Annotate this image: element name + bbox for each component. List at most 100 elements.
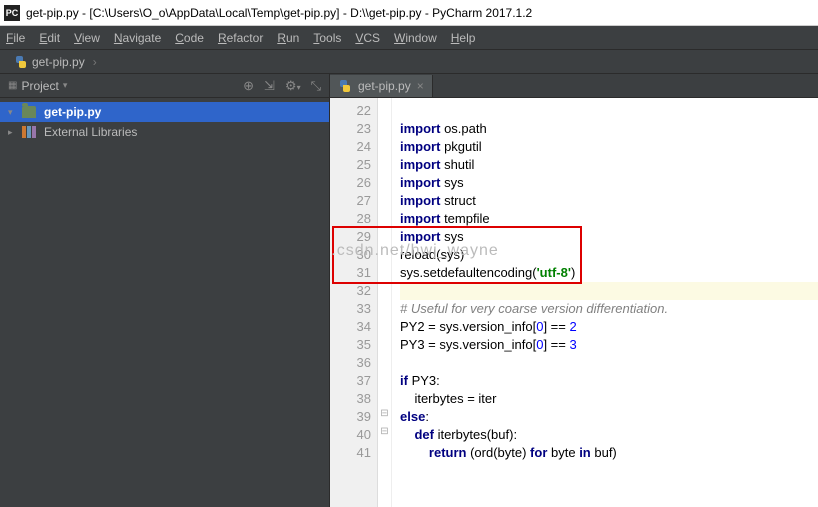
fold-marker[interactable] [378,134,391,152]
line-number: 27 [330,192,371,210]
fold-marker[interactable] [378,188,391,206]
menu-edit[interactable]: Edit [39,31,60,45]
line-number: 23 [330,120,371,138]
fold-marker[interactable] [378,224,391,242]
code-line[interactable]: def iterbytes(buf): [400,426,818,444]
code-line[interactable]: else: [400,408,818,426]
code-line[interactable]: import pkgutil [400,138,818,156]
code-line[interactable]: import tempfile [400,210,818,228]
breadcrumb-label: get-pip.py [32,55,85,69]
code-line[interactable]: PY3 = sys.version_info[0] == 3 [400,336,818,354]
line-number: 25 [330,156,371,174]
python-folder-icon [22,106,36,118]
window-title: get-pip.py - [C:\Users\O_o\AppData\Local… [26,6,532,20]
project-tree[interactable]: ▾ get-pip.py ▸ External Libraries [0,98,329,146]
code-line[interactable]: sys.setdefaultencoding('utf-8') [400,264,818,282]
menu-code[interactable]: Code [175,31,204,45]
libraries-icon [22,126,36,138]
line-number: 30 [330,246,371,264]
project-tool-chevron-icon[interactable]: ▦ [8,80,17,91]
line-number: 40 [330,426,371,444]
breadcrumb-bar: get-pip.py [0,50,818,74]
tree-node-label: External Libraries [44,125,137,139]
editor-tab[interactable]: get-pip.py × [330,75,433,97]
dropdown-icon[interactable]: ▾ [63,80,68,91]
gear-icon[interactable]: ⚙▾ [285,78,301,94]
menu-vcs[interactable]: VCS [355,31,380,45]
code-line[interactable]: reload(sys) [400,246,818,264]
code-content[interactable]: import os.pathimport pkgutilimport shuti… [392,98,818,507]
project-tool-window: ▦ Project ▾ ⊕ ⇲ ⚙▾ ⤡ ▾ get-pip.py ▸ Externa… [0,74,330,507]
workspace: ▦ Project ▾ ⊕ ⇲ ⚙▾ ⤡ ▾ get-pip.py ▸ Externa… [0,74,818,507]
python-file-icon [338,79,352,93]
tree-node-label: get-pip.py [44,105,101,119]
code-editor[interactable]: http://blog.csdn.net/hwj_wayne 222324252… [330,98,818,507]
fold-marker[interactable] [378,242,391,260]
code-line[interactable] [400,282,818,300]
code-line[interactable] [400,102,818,120]
menu-tools[interactable]: Tools [313,31,341,45]
fold-marker[interactable] [378,332,391,350]
fold-marker[interactable] [378,386,391,404]
line-number: 36 [330,354,371,372]
editor-tabs: get-pip.py × [330,74,818,98]
code-line[interactable]: import struct [400,192,818,210]
fold-marker[interactable] [378,278,391,296]
code-line[interactable]: import sys [400,228,818,246]
tree-toggle-icon[interactable]: ▸ [8,127,18,138]
fold-marker[interactable]: ⊟ [378,422,391,440]
menu-view[interactable]: View [74,31,100,45]
line-number: 38 [330,390,371,408]
menu-refactor[interactable]: Refactor [218,31,263,45]
fold-marker[interactable] [378,350,391,368]
fold-gutter[interactable]: ⊟⊟ [378,98,392,507]
code-line[interactable]: # Useful for very coarse version differe… [400,300,818,318]
line-number: 24 [330,138,371,156]
code-line[interactable]: import os.path [400,120,818,138]
line-number: 33 [330,300,371,318]
fold-marker[interactable] [378,314,391,332]
line-number: 37 [330,372,371,390]
expand-down-icon[interactable]: ⇲ [264,78,275,94]
breadcrumb-item[interactable]: get-pip.py [8,55,103,69]
close-icon[interactable]: × [417,79,424,93]
fold-marker[interactable]: ⊟ [378,404,391,422]
code-line[interactable]: return (ord(byte) for byte in buf) [400,444,818,462]
line-number: 26 [330,174,371,192]
menu-run[interactable]: Run [277,31,299,45]
fold-marker[interactable] [378,206,391,224]
window-titlebar: PC get-pip.py - [C:\Users\O_o\AppData\Lo… [0,0,818,26]
fold-marker[interactable] [378,152,391,170]
fold-marker[interactable] [378,98,391,116]
line-number: 39 [330,408,371,426]
tree-toggle-icon[interactable]: ▾ [8,107,18,118]
line-number: 29 [330,228,371,246]
code-line[interactable]: import sys [400,174,818,192]
code-line[interactable]: PY2 = sys.version_info[0] == 2 [400,318,818,336]
menu-file[interactable]: File [6,31,25,45]
fold-marker[interactable] [378,116,391,134]
tree-node[interactable]: ▸ External Libraries [0,122,329,142]
code-line[interactable]: if PY3: [400,372,818,390]
line-number: 41 [330,444,371,462]
editor-pane: get-pip.py × http://blog.csdn.net/hwj_wa… [330,74,818,507]
line-number-gutter: 2223242526272829303132333435363738394041 [330,98,378,507]
project-tool-header: ▦ Project ▾ ⊕ ⇲ ⚙▾ ⤡ [0,74,329,98]
tree-node[interactable]: ▾ get-pip.py [0,102,329,122]
fold-marker[interactable] [378,260,391,278]
fold-marker[interactable] [378,296,391,314]
target-icon[interactable]: ⊕ [243,78,254,94]
code-line[interactable]: iterbytes = iter [400,390,818,408]
menu-navigate[interactable]: Navigate [114,31,161,45]
menu-help[interactable]: Help [451,31,476,45]
project-tool-title: Project [21,79,58,93]
fold-marker[interactable] [378,440,391,458]
fold-marker[interactable] [378,170,391,188]
app-icon: PC [4,5,20,21]
fold-marker[interactable] [378,368,391,386]
line-number: 34 [330,318,371,336]
collapse-icon[interactable]: ⤡ [311,78,321,94]
code-line[interactable] [400,354,818,372]
code-line[interactable]: import shutil [400,156,818,174]
menu-window[interactable]: Window [394,31,437,45]
